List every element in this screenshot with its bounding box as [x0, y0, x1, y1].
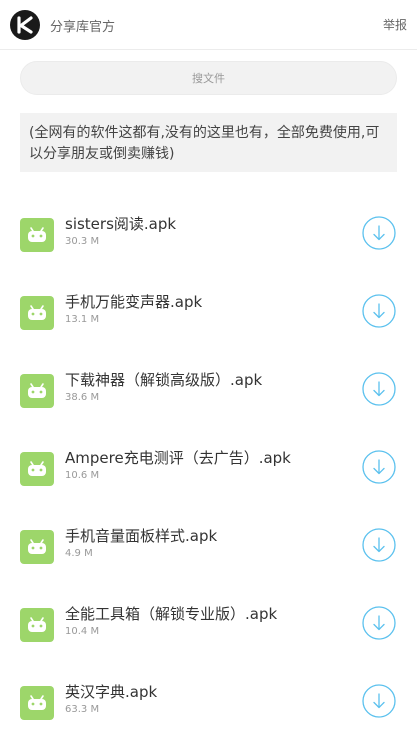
report-link[interactable]: 举报: [383, 16, 407, 33]
notice-box: (全网有的软件这都有,没有的这里也有，全部免费使用,可以分享朋友或倒卖赚钱): [20, 113, 397, 172]
file-size: 38.6 M: [65, 392, 100, 403]
download-icon[interactable]: [362, 372, 396, 406]
file-item[interactable]: 手机音量面板样式.apk 4.9 M: [0, 519, 417, 579]
download-icon[interactable]: [362, 684, 396, 718]
download-icon[interactable]: [362, 216, 396, 250]
download-icon[interactable]: [362, 606, 396, 640]
file-name: 英汉字典.apk: [65, 683, 158, 701]
android-icon: [20, 374, 54, 408]
android-icon: [20, 686, 54, 720]
file-name: 下载神器（解锁高级版）.apk: [65, 371, 263, 389]
file-name: Ampere充电测评（去广告）.apk: [65, 449, 291, 467]
file-name: 手机万能变声器.apk: [65, 293, 203, 311]
file-item[interactable]: 下载神器（解锁高级版）.apk 38.6 M: [0, 363, 417, 423]
file-size: 63.3 M: [65, 704, 100, 715]
file-item[interactable]: 英汉字典.apk 63.3 M: [0, 675, 417, 735]
file-name: 全能工具箱（解锁专业版）.apk: [65, 605, 278, 623]
search-placeholder: 搜文件: [192, 72, 225, 85]
file-size: 10.6 M: [65, 470, 100, 481]
android-icon: [20, 530, 54, 564]
notice-text: (全网有的软件这都有,没有的这里也有，全部免费使用,可以分享朋友或倒卖赚钱): [29, 125, 380, 162]
file-item[interactable]: Ampere充电测评（去广告）.apk 10.6 M: [0, 441, 417, 501]
file-name: 手机音量面板样式.apk: [65, 527, 218, 545]
download-icon[interactable]: [362, 294, 396, 328]
file-item[interactable]: sisters阅读.apk 30.3 M: [0, 207, 417, 267]
file-size: 10.4 M: [65, 626, 100, 637]
k-logo-icon[interactable]: [10, 10, 40, 40]
android-icon: [20, 452, 54, 486]
file-size: 13.1 M: [65, 314, 100, 325]
search-input[interactable]: 搜文件: [20, 61, 397, 95]
file-size: 30.3 M: [65, 236, 100, 247]
file-size: 4.9 M: [65, 548, 93, 559]
download-icon[interactable]: [362, 450, 396, 484]
top-bar: 分享库官方 举报: [0, 0, 417, 50]
download-icon[interactable]: [362, 528, 396, 562]
android-icon: [20, 608, 54, 642]
file-item[interactable]: 手机万能变声器.apk 13.1 M: [0, 285, 417, 345]
android-icon: [20, 218, 54, 252]
site-name: 分享库官方: [50, 20, 116, 35]
file-name: sisters阅读.apk: [65, 215, 177, 233]
android-icon: [20, 296, 54, 330]
file-item[interactable]: 全能工具箱（解锁专业版）.apk 10.4 M: [0, 597, 417, 657]
